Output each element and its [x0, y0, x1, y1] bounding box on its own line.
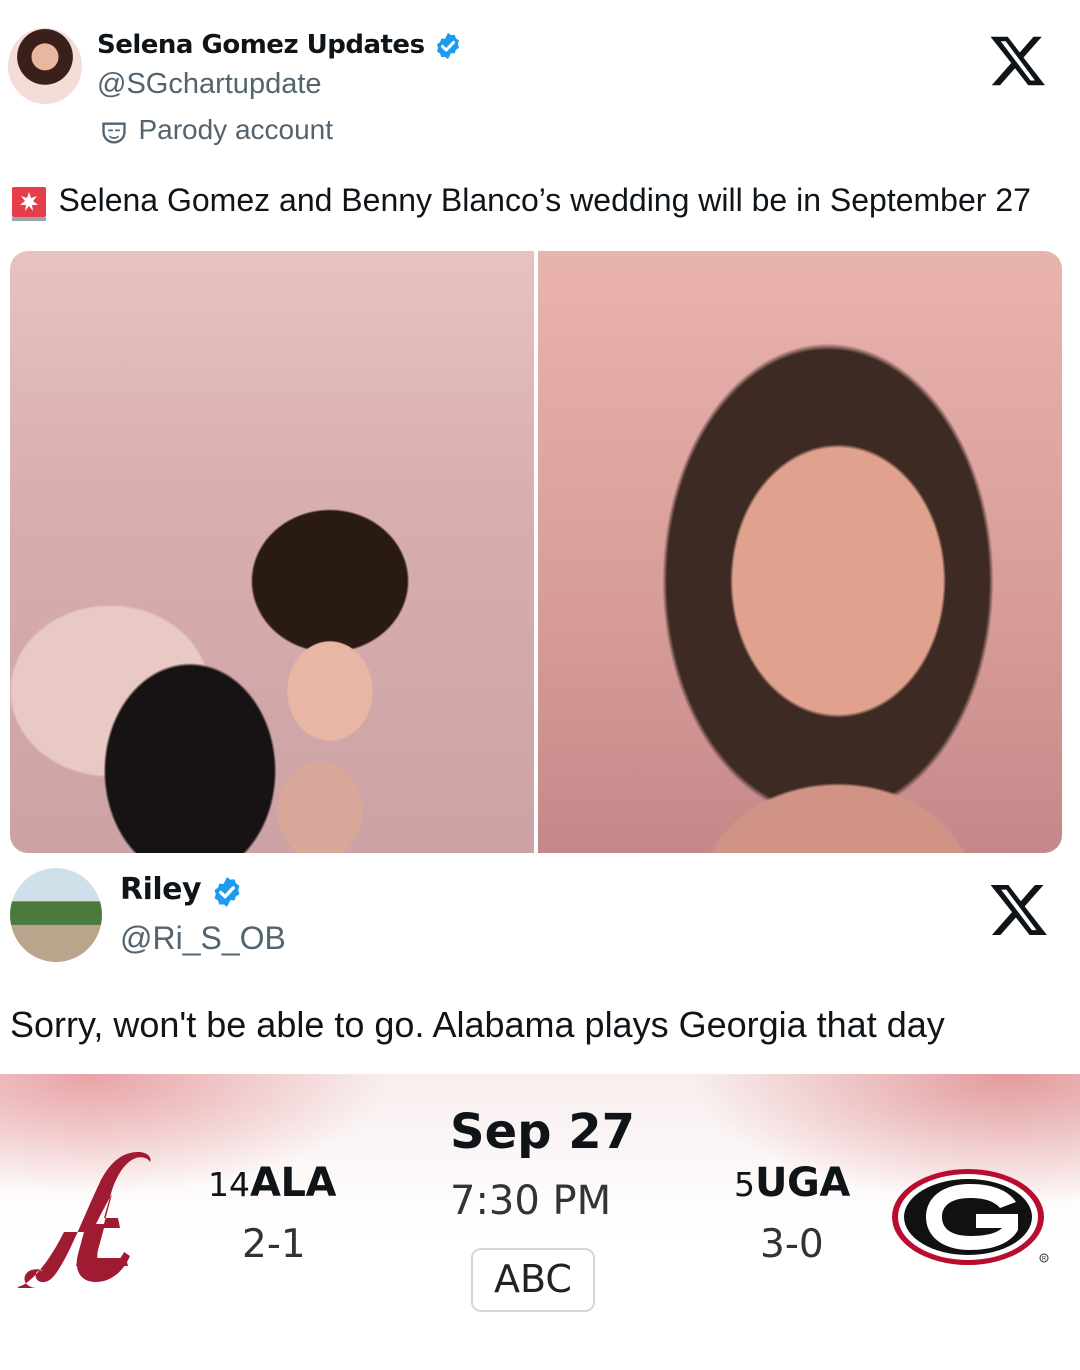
author-avatar[interactable] — [8, 28, 82, 104]
reply-author-handle[interactable]: @Ri_S_OB — [120, 920, 286, 957]
author-name-row[interactable]: Selena Gomez Updates — [97, 30, 463, 70]
svg-text:R: R — [1042, 1257, 1047, 1263]
reply-text: Sorry, won't be able to go. Alabama play… — [10, 1004, 945, 1045]
georgia-g-logo: R — [892, 1169, 1049, 1265]
home-team-name: 14ALA — [208, 1160, 336, 1206]
x-logo-icon[interactable] — [988, 878, 1050, 942]
verified-badge-icon — [214, 876, 239, 907]
reply-author-name-row[interactable]: Riley — [120, 872, 244, 914]
siren-icon — [12, 186, 46, 221]
home-team-abbr: ALA — [250, 1160, 336, 1206]
verified-badge-icon — [437, 32, 459, 59]
tweet-text-row: Selena Gomez and Benny Blanco’s wedding … — [10, 182, 1031, 226]
reply-author-name[interactable]: Riley — [120, 872, 202, 907]
author-name[interactable]: Selena Gomez Updates — [97, 30, 425, 60]
game-time: 7:30 PM — [450, 1178, 612, 1224]
away-team-record: 3-0 — [760, 1222, 824, 1267]
away-team-name: 5UGA — [734, 1160, 850, 1206]
author-handle[interactable]: @SGchartupdate — [97, 68, 322, 101]
x-logo-icon[interactable] — [988, 30, 1048, 92]
away-team-abbr: UGA — [755, 1160, 850, 1206]
photo-couple-embrace[interactable] — [10, 251, 534, 853]
parody-label-text: Parody account — [138, 114, 334, 145]
tv-network-badge[interactable]: ABC — [471, 1248, 595, 1312]
away-team-rank: 5 — [734, 1165, 755, 1204]
home-team-rank: 14 — [208, 1165, 250, 1204]
tweet-text: Selena Gomez and Benny Blanco’s wedding … — [58, 182, 1031, 218]
alabama-a-logo — [18, 1152, 151, 1288]
photo-engagement-ring[interactable] — [538, 251, 1062, 853]
parody-label: Parody account — [100, 114, 333, 150]
theater-mask-icon — [102, 122, 126, 144]
reply-author-avatar[interactable] — [10, 868, 102, 962]
home-team-record: 2-1 — [242, 1222, 306, 1267]
game-date: Sep 27 — [450, 1104, 635, 1160]
